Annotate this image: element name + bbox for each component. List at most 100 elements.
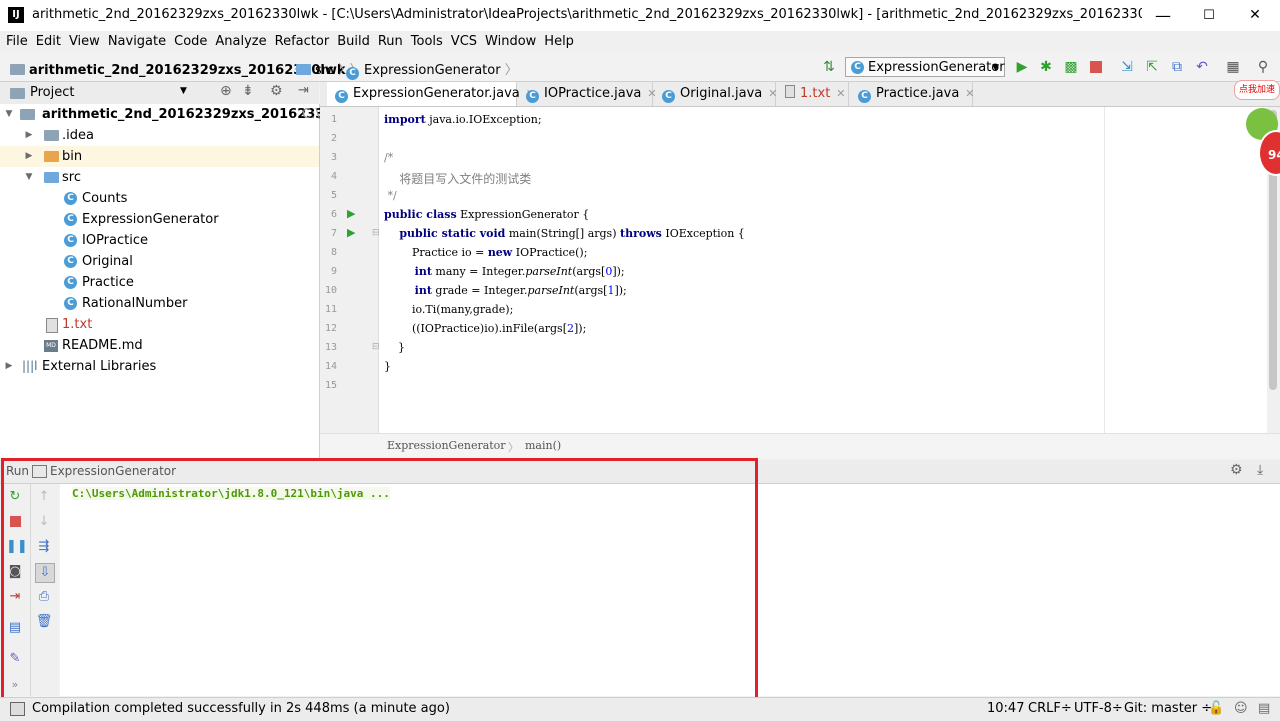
- layout-icon[interactable]: ▤: [6, 619, 24, 637]
- tree-item-counts[interactable]: C Counts: [0, 188, 319, 209]
- menu-analyze[interactable]: Analyze: [211, 31, 270, 53]
- minimize-button[interactable]: —: [1140, 0, 1186, 31]
- tab-iopractice[interactable]: C IOPractice.java ✕: [518, 82, 657, 106]
- lock-icon[interactable]: 🔓: [1208, 701, 1224, 716]
- code-line: public class ExpressionGenerator {: [384, 208, 590, 221]
- tree-item-original[interactable]: C Original: [0, 251, 319, 272]
- menu-tools[interactable]: Tools: [407, 31, 447, 53]
- tree-item-1txt[interactable]: 1.txt: [0, 314, 319, 335]
- chevron-down-icon[interactable]: ▼: [180, 86, 187, 96]
- hide-icon[interactable]: ⇥: [298, 83, 309, 98]
- collapse-all-icon[interactable]: ⇟: [242, 83, 254, 99]
- editor-breadcrumb: ExpressionGenerator 〉 main(): [320, 433, 1280, 458]
- more-icon[interactable]: »: [6, 676, 24, 694]
- project-icon: [10, 88, 25, 99]
- tree-item-readme[interactable]: MD README.md: [0, 335, 319, 356]
- dump-threads-icon[interactable]: ◙: [6, 563, 24, 581]
- maximize-button[interactable]: ☐: [1186, 0, 1232, 31]
- breadcrumb-class[interactable]: ExpressionGenerator: [387, 439, 506, 452]
- expand-arrow-icon[interactable]: ▼: [24, 167, 34, 188]
- debug-icon[interactable]: ✱: [1037, 58, 1055, 76]
- tree-item-practice[interactable]: C Practice: [0, 272, 319, 293]
- print-icon[interactable]: ⎙: [35, 588, 53, 606]
- pin-icon[interactable]: ✎: [6, 650, 24, 668]
- vcs-history-icon[interactable]: ⧉: [1168, 58, 1186, 76]
- stop-icon[interactable]: [6, 513, 24, 531]
- tab-expressiongenerator[interactable]: CExpressionGenerator.java✕: [327, 82, 535, 106]
- speedup-badge[interactable]: 点我加速: [1234, 80, 1280, 100]
- menu-file[interactable]: File: [2, 31, 32, 53]
- line-separator[interactable]: CRLF÷: [1028, 701, 1072, 716]
- menu-build[interactable]: Build: [333, 31, 374, 53]
- rerun-icon[interactable]: ↻: [6, 488, 24, 506]
- expand-arrow-icon[interactable]: ▼: [4, 104, 14, 125]
- menu-view[interactable]: View: [65, 31, 104, 53]
- breadcrumb-method[interactable]: main(): [525, 439, 561, 452]
- console-output[interactable]: C:\Users\Administrator\jdk1.8.0_121\bin\…: [60, 484, 1280, 696]
- gear-icon[interactable]: ⚙: [1230, 462, 1243, 478]
- gear-icon[interactable]: ⚙: [270, 83, 283, 99]
- close-button[interactable]: ✕: [1232, 0, 1278, 31]
- coverage-icon[interactable]: ▩: [1062, 58, 1080, 76]
- menu-edit[interactable]: Edit: [32, 31, 65, 53]
- runnable-class-icon: C: [335, 90, 348, 103]
- run-gutter-icon[interactable]: ▶: [347, 207, 355, 220]
- revert-icon[interactable]: ↶: [1193, 58, 1211, 76]
- collapse-arrow-icon[interactable]: ▶: [24, 146, 34, 167]
- class-icon: C: [64, 234, 77, 247]
- menu-run[interactable]: Run: [374, 31, 407, 53]
- tab-original[interactable]: C Original.java ✕: [654, 82, 777, 106]
- menu-help[interactable]: Help: [540, 31, 578, 53]
- vcs-update-icon[interactable]: ⇲: [1118, 58, 1136, 76]
- folder-icon: [44, 172, 59, 183]
- collapse-arrow-icon[interactable]: ▶: [4, 356, 14, 377]
- close-tab-icon[interactable]: ✕: [965, 87, 974, 100]
- tab-1txt[interactable]: 1.txt ✕: [777, 82, 849, 106]
- menu-code[interactable]: Code: [170, 31, 211, 53]
- tree-item-idea[interactable]: ▶ .idea: [0, 125, 319, 146]
- tab-practice[interactable]: C Practice.java ✕: [850, 82, 975, 106]
- breadcrumb-src[interactable]: src 〉: [296, 59, 351, 78]
- trash-icon[interactable]: 🗑: [35, 613, 53, 631]
- down-arrow-icon[interactable]: ↓: [35, 513, 53, 531]
- run-gutter-icon[interactable]: ▶: [347, 226, 355, 239]
- stop-icon[interactable]: [1087, 58, 1105, 76]
- run-icon[interactable]: ▶: [1013, 58, 1031, 76]
- scroll-from-source-icon[interactable]: ⊕: [220, 83, 232, 99]
- code-line: int many = Integer.parseInt(args[0]);: [384, 265, 625, 278]
- tree-item-external-libraries[interactable]: ▶ |||l External Libraries: [0, 356, 319, 377]
- event-log-icon[interactable]: ▤: [1258, 701, 1270, 716]
- menu-navigate[interactable]: Navigate: [104, 31, 170, 53]
- tree-root[interactable]: ▼ arithmetic_2nd_20162329zxs_20162330lwk…: [0, 104, 359, 125]
- breadcrumb-file[interactable]: C ExpressionGenerator 〉: [346, 59, 518, 80]
- file-encoding[interactable]: UTF-8÷: [1074, 701, 1123, 716]
- project-structure-icon[interactable]: ▦: [1224, 58, 1242, 76]
- scroll-to-end-icon[interactable]: ⇩: [35, 563, 55, 583]
- hide-panel-icon[interactable]: ⤓: [1257, 462, 1263, 478]
- tree-item-iopractice[interactable]: C IOPractice: [0, 230, 319, 251]
- collapse-arrow-icon[interactable]: ▶: [24, 125, 34, 146]
- tree-item-src[interactable]: ▼ src: [0, 167, 319, 188]
- run-tab[interactable]: ExpressionGenerator: [50, 464, 176, 478]
- soft-wrap-icon[interactable]: ⇶: [35, 538, 53, 556]
- menu-vcs[interactable]: VCS: [447, 31, 481, 53]
- project-view-select[interactable]: Project: [30, 85, 74, 100]
- sort-icon[interactable]: ⇅: [820, 58, 838, 76]
- menu-window[interactable]: Window: [481, 31, 540, 53]
- tree-item-expressiongenerator[interactable]: C ExpressionGenerator: [0, 209, 319, 230]
- tree-item-rationalnumber[interactable]: C RationalNumber: [0, 293, 319, 314]
- vcs-commit-icon[interactable]: ⇱: [1143, 58, 1161, 76]
- search-icon[interactable]: ⚲: [1254, 58, 1272, 76]
- caret-position[interactable]: 10:47: [987, 701, 1024, 716]
- hector-icon[interactable]: ☺: [1234, 701, 1248, 716]
- tree-item-bin[interactable]: ▶ bin: [0, 146, 319, 167]
- menu-refactor[interactable]: Refactor: [271, 31, 334, 53]
- code-editor[interactable]: import java.io.IOException; /* 将题目写入文件的测…: [379, 107, 1267, 433]
- tool-windows-icon[interactable]: [10, 702, 25, 716]
- close-tab-icon[interactable]: ✕: [836, 87, 845, 100]
- up-arrow-icon[interactable]: ↑: [35, 488, 53, 506]
- run-configuration-select[interactable]: C ExpressionGenerator ▼: [845, 57, 1005, 77]
- exit-icon[interactable]: ⇥: [6, 588, 24, 606]
- git-branch[interactable]: Git: master ÷: [1124, 701, 1212, 716]
- pause-icon[interactable]: ❚❚: [6, 538, 28, 556]
